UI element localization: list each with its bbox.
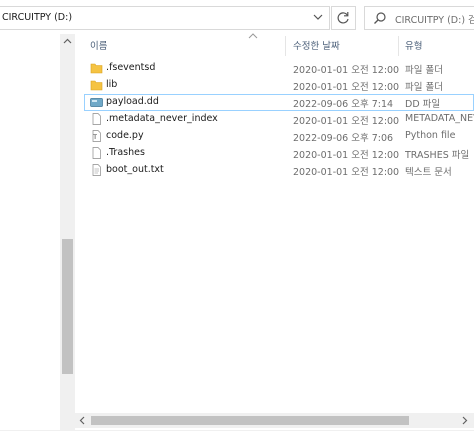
column-header-date[interactable]: 수정한 날짜 xyxy=(293,38,340,54)
python-file-icon: T xyxy=(92,130,101,142)
folder-icon xyxy=(90,63,103,74)
search-icon xyxy=(374,12,386,24)
scroll-up-icon[interactable] xyxy=(60,34,75,49)
sort-up-icon xyxy=(248,33,258,39)
file-date: 2020-01-01 오전 12:00 xyxy=(293,65,400,76)
search-placeholder: CIRCUITPY (D:) 검... xyxy=(395,15,474,26)
file-list: .fseventsd 2020-01-01 오전 12:00 파일 폴더 lib… xyxy=(84,60,474,179)
refresh-icon xyxy=(337,12,349,24)
file-date: 2022-09-06 오후 7:14 xyxy=(293,99,394,110)
file-icon xyxy=(92,147,101,159)
file-name: payload.dd xyxy=(106,96,159,107)
nav-vertical-scrollbar[interactable] xyxy=(60,34,75,430)
file-type: 텍스트 문서 xyxy=(405,167,452,178)
text-file-icon xyxy=(92,164,101,176)
file-type: DD 파일 xyxy=(405,99,441,110)
file-name: .Trashes xyxy=(106,147,145,158)
file-row[interactable]: lib 2020-01-01 오전 12:00 파일 폴더 xyxy=(84,77,474,94)
scroll-right-icon[interactable] xyxy=(457,413,472,428)
refresh-button[interactable] xyxy=(331,6,356,30)
address-bar[interactable]: CIRCUITPY (D:) xyxy=(0,6,330,30)
nav-scroll-thumb[interactable] xyxy=(62,239,73,374)
file-type: 파일 폴더 xyxy=(405,82,443,93)
file-type: METADATA_NEV xyxy=(405,113,474,124)
file-row[interactable]: .Trashes 2020-01-01 오전 12:00 TRASHES 파일 xyxy=(84,145,474,162)
file-name: code.py xyxy=(106,130,144,141)
file-name: .fseventsd xyxy=(106,62,156,73)
horizontal-scrollbar[interactable] xyxy=(75,413,474,428)
file-date: 2020-01-01 오전 12:00 xyxy=(293,116,400,127)
file-name: lib xyxy=(106,79,118,90)
file-type: 파일 폴더 xyxy=(405,65,443,76)
file-date: 2020-01-01 오전 12:00 xyxy=(293,150,400,161)
file-date: 2020-01-01 오전 12:00 xyxy=(293,82,400,93)
file-icon xyxy=(92,113,101,125)
chevron-down-icon[interactable] xyxy=(313,11,323,23)
file-name: .metadata_never_index xyxy=(106,113,218,124)
column-divider[interactable] xyxy=(398,36,399,56)
file-type: TRASHES 파일 xyxy=(405,150,470,161)
column-header-type[interactable]: 유형 xyxy=(405,38,422,54)
file-row[interactable]: boot_out.txt 2020-01-01 오전 12:00 텍스트 문서 xyxy=(84,162,474,179)
folder-icon xyxy=(90,80,103,91)
svg-text:T: T xyxy=(92,134,97,141)
file-date: 2022-09-06 오후 7:06 xyxy=(293,133,394,144)
horizontal-scroll-thumb[interactable] xyxy=(91,416,409,425)
column-divider[interactable] xyxy=(285,36,286,56)
file-name: boot_out.txt xyxy=(106,164,164,175)
dd-file-icon xyxy=(90,98,103,107)
file-row[interactable]: T code.py 2022-09-06 오후 7:06 Python file xyxy=(84,128,474,145)
file-row[interactable]: .fseventsd 2020-01-01 오전 12:00 파일 폴더 xyxy=(84,60,474,77)
file-row[interactable]: .metadata_never_index 2020-01-01 오전 12:0… xyxy=(84,111,474,128)
file-type: Python file xyxy=(405,130,456,141)
column-header-name[interactable]: 이름 xyxy=(90,38,107,54)
search-box[interactable]: CIRCUITPY (D:) 검... xyxy=(364,6,474,30)
status-bar xyxy=(0,430,474,444)
scroll-corner xyxy=(60,413,75,428)
scroll-left-icon[interactable] xyxy=(75,413,90,428)
address-path: CIRCUITPY (D:) xyxy=(2,12,73,23)
file-date: 2020-01-01 오전 12:00 xyxy=(293,167,400,178)
file-row-selected[interactable]: payload.dd 2022-09-06 오후 7:14 DD 파일 xyxy=(84,94,474,111)
